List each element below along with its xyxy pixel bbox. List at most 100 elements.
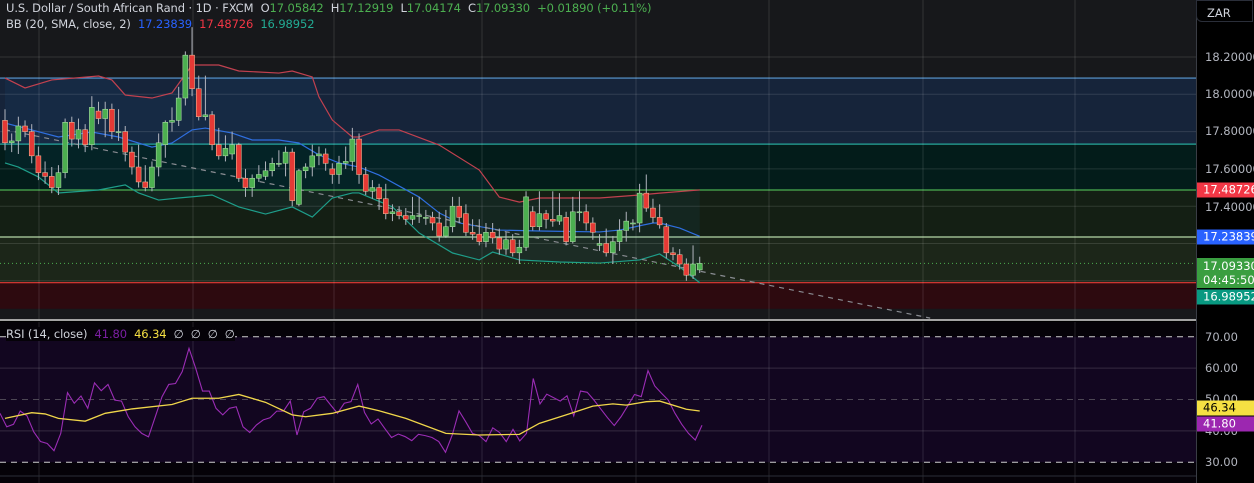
high-label: H [330,1,340,15]
candle-body-down [2,120,8,144]
candle-body-up [690,263,696,276]
candle-body-up [229,144,235,155]
price-axis[interactable]: 18.20000 18.00000 17.80000 17.60000 17.4… [1196,0,1254,483]
candle-body-up [175,97,182,121]
candle [236,142,242,182]
candle-body-up [636,192,643,224]
candle-body-up [369,187,376,192]
candle-body-up [302,166,309,172]
candle-body-up [443,226,449,237]
symbol-legend: U.S. Dollar / South African Rand · 1D · … [6,1,652,15]
rsi-extra-4: ∅ [224,327,235,341]
candle-body-up [169,120,175,123]
candle-body-down [463,213,469,233]
candle-body-up [596,243,603,246]
rsi-legend[interactable]: RSI (14, close) 41.80 46.34 ∅ ∅ ∅ ∅ [6,327,235,341]
candle-body-up [262,170,269,177]
candle-body-down [650,207,656,218]
rsi-extra-2: ∅ [190,327,201,341]
candle-body-up [222,148,229,157]
rsi-axis-label: 60.00 [1205,361,1238,375]
candle-body-down [109,108,115,132]
candle-body-up [155,142,162,168]
last-price-tag: 17.09330 04:45:50 [1197,258,1254,288]
zone-fill [0,282,1196,309]
currency-button[interactable]: ZAR [1196,0,1253,22]
candle-body-down [683,263,690,276]
candle-body-down [122,131,128,153]
candle-body-up [336,163,342,175]
candle-body-up [610,241,616,254]
candle-body-down [189,54,195,89]
candle-body-down [550,219,556,222]
candle-body-up [202,114,209,117]
candle-body-down [396,211,402,216]
candle-body-up [630,222,636,225]
candle-body-down [529,211,536,227]
candle-body-down [376,187,382,199]
bb-label: BB (20, SMA, close, 2) [6,17,131,31]
candle-body-up [182,54,189,99]
candle-body-up [249,177,255,188]
candle-body-down [22,125,28,132]
candle-body-down [356,138,362,175]
candle [209,111,215,151]
candle-body-down [142,181,149,188]
candle-body-up [276,163,282,165]
candle-body-down [489,232,496,239]
candle-body-up [8,140,15,144]
candle-body-up [89,107,95,145]
rsi-extra-1: ∅ [173,327,184,341]
rsi-axis-label: 30.00 [1205,455,1238,469]
rsi-extra-3: ∅ [207,327,218,341]
candle-body-down [322,153,329,164]
candle-body-up [409,215,416,220]
candle-body-down [82,129,88,145]
chart-canvas[interactable] [0,0,1196,483]
candle-body-up [576,211,583,214]
symbol-title[interactable]: U.S. Dollar / South African Rand · 1D · … [6,1,254,15]
candle-body-up [342,161,349,164]
rsi-ma-value: 46.34 [134,327,167,341]
candle-body-up [256,174,262,179]
candle-body-up [269,163,275,172]
candle-body-up [556,215,563,222]
candle-body-up [423,217,429,219]
candle-body-up [570,211,576,242]
candle-body-down [676,254,683,265]
candle-body-up [516,246,523,254]
candle-body-down [35,155,42,173]
open-value: 17.05842 [269,1,324,15]
candle-body-down [42,172,48,177]
candle-body-down [289,151,295,201]
candle-body-up [55,172,62,188]
candle-body-up [102,108,108,119]
bb-basis-price-tag: 17.23839 [1197,229,1254,245]
price-axis-label: 17.80000 [1205,124,1254,138]
candle-body-up [15,125,22,142]
candle-body-up [503,239,509,250]
bb-legend[interactable]: BB (20, SMA, close, 2) 17.23839 17.48726… [6,17,315,31]
candle-body-up [115,131,122,133]
candle-body-down [95,110,102,119]
candle-body-up [316,153,322,157]
candle-body-up [483,232,489,242]
bb-basis-value: 17.23839 [137,17,193,31]
price-axis-label: 18.20000 [1205,50,1254,64]
last-price: 17.09330 [1203,259,1254,273]
bb-upper-value: 17.48726 [199,17,254,31]
candle-body-down [543,213,549,220]
close-value: 17.09330 [475,1,531,15]
bb-lower-price-tag: 16.98952 [1197,289,1254,305]
candle-body-down [236,144,242,179]
candle-body-up [309,155,316,168]
candle [289,148,295,207]
candle-body-down [429,217,436,224]
price-axis-label: 17.40000 [1205,200,1254,214]
candle-body-down [563,217,569,242]
candle-body-down [216,144,222,157]
rsi-value-tag: 41.80 [1197,416,1254,432]
candle [182,51,189,106]
high-value: 17.12919 [339,1,394,15]
candle-body-up [389,211,396,214]
